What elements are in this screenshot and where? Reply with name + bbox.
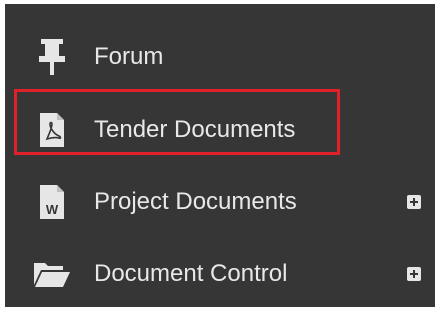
sidebar-item-tender-documents[interactable]: Tender Documents [5,100,435,160]
expand-plus-icon[interactable] [407,195,421,209]
sidebar-item-label: Document Control [94,260,288,287]
sidebar-item-forum[interactable]: Forum [5,27,435,87]
sidebar-menu: Forum Tender Documents W Project Documen… [5,4,435,307]
expand-plus-icon[interactable] [407,267,421,281]
folder-open-icon [32,252,72,296]
sidebar-item-project-documents[interactable]: W Project Documents [5,172,435,232]
word-file-icon-letter: W [46,202,59,217]
sidebar-item-label: Forum [94,43,164,70]
pdf-file-icon [32,108,72,152]
sidebar-item-label: Tender Documents [94,116,296,143]
sidebar-item-document-control[interactable]: Document Control [5,244,435,304]
word-file-icon: W [32,180,72,224]
sidebar-item-label: Project Documents [94,188,297,215]
pin-icon [32,35,72,79]
